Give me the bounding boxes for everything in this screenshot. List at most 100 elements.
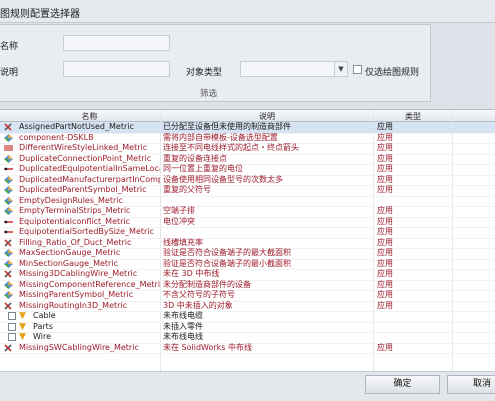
rule-description: 重复的父符号 [163,185,211,194]
diamond-icon [4,259,13,268]
subrow-label: Parts [33,321,53,331]
rule-type: 应用 [377,122,393,131]
diamond-icon [4,249,13,257]
funnel-icon: ▼ [19,311,26,321]
grid-header: 名称 说明 类型 [0,110,495,122]
title-bar: 图规则配置选择器 [0,0,495,23]
description-input[interactable] [63,61,170,77]
rule-type: 应用 [377,248,393,257]
column-header-name[interactable]: 名称 [19,111,160,122]
rule-name: DuplicatedParentSymbol_Metric [19,185,147,194]
wrench-icon [4,301,13,310]
only-selected-label: 仅选绘图规则 [365,68,420,78]
rule-name: Missing3DCablingWire_Metric [19,269,138,278]
wire-icon [4,228,13,236]
footer-bar: 确定 取消 [0,371,495,401]
wrench-icon [4,238,13,247]
wrench-icon [4,270,13,278]
rule-type: 应用 [377,132,393,142]
rule-name: MissingSWCablingWire_Metric [19,342,139,352]
rule-name: MissingRoutingIn3D_Metric [19,300,128,310]
subrow-description: 未插入零件 [163,321,203,331]
rule-description: 连接至不同电线样式的起点・终点箭头 [163,143,299,152]
subrow-description: 未布线电线 [163,332,203,341]
subrow-label: Wire [33,332,51,341]
column-header-description[interactable]: 说明 [163,111,371,122]
rule-type: 应用 [377,258,393,268]
wire-icon [4,165,13,173]
rule-type: 应用 [377,143,393,152]
rule-name: MinSectionGauge_Metric [19,258,118,268]
rule-name: MissingComponentReference_Metric [19,279,160,289]
rule-type: 应用 [377,237,393,247]
rule-description: 验证是否符合设备端子的最小截面积 [163,258,291,268]
rule-type: 应用 [377,153,393,163]
rule-type: 应用 [377,185,393,194]
subrow-description: 未布线电缆 [163,311,203,320]
name-input[interactable] [63,35,170,51]
rule-description: 未分配制造商部件的设备 [163,279,251,289]
rule-name: MaxSectionGauge_Metric [19,248,121,257]
rule-type: 应用 [377,174,393,184]
wire-icon [4,218,13,226]
only-selected-checkbox[interactable] [353,65,362,74]
rule-description: 需将内部自带模板-设备选型配置 [163,132,278,142]
rule-type: 应用 [377,206,393,215]
subrow-checkbox[interactable] [8,322,16,331]
description-label: 说明 [0,68,19,78]
diamond-icon [4,133,13,142]
rule-type: 应用 [377,227,393,236]
rule-name: Filling_Ratio_Of_Duct_Metric [19,237,132,247]
rule-type: 应用 [377,300,393,310]
diamond-icon [4,175,13,184]
rule-type: 应用 [377,216,393,226]
rule-name: EquipotentialSortedBySize_Metric [19,227,154,236]
object-type-dropdown[interactable]: ▼ [240,61,348,77]
filter-panel: 名称 说明 对象类型 ▼ 仅选绘图规则 筛选 [0,24,431,102]
rule-name: Equipotentialconflict_Metric [19,216,131,226]
rule-description: 重复的设备连接点 [163,153,227,163]
rule-description: 验证是否符合设备端子的最大截面积 [163,248,291,257]
diamond-icon [4,196,13,205]
subrow-checkbox[interactable] [8,312,16,320]
ok-button[interactable]: 确定 [365,375,440,394]
rule-description: 未在 3D 中布线 [163,269,220,278]
window-title: 图规则配置选择器 [0,9,80,20]
rule-name: DuplicateConnectionPoint_Metric [19,153,152,163]
subrow-label: Cable [33,311,56,320]
rule-description: 设备使用相同设备型号的次数太多 [163,174,283,184]
object-type-label: 对象类型 [186,68,223,78]
rule-description: 已分配至设备但未使用的制造商部件 [163,122,291,131]
lines-icon [4,144,13,152]
column-header-type[interactable]: 类型 [374,111,452,122]
subrow-checkbox[interactable] [8,333,16,341]
table-row[interactable]: MissingSWCablingWire_Metric 未在 SolidWorks… [0,342,495,354]
rule-description: 电位冲突 [163,216,195,226]
rule-description: 线槽填充率 [163,237,203,247]
diamond-icon [4,186,13,194]
diamond-icon [4,154,13,163]
rule-type: 应用 [377,164,393,173]
rule-description: 同一位置上重复的电位 [163,164,243,173]
chevron-down-icon[interactable]: ▼ [334,62,347,76]
filter-section-title: 筛选 [200,89,218,99]
rules-grid: 名称 说明 类型 AssignedPartNotUsed_Metric 已分配至设… [0,109,495,372]
rule-name: DuplicatedEquipotentialInSameLocatio… [19,164,160,173]
rule-type: 应用 [377,279,393,289]
diamond-icon [4,207,13,215]
rule-description: 未在 SolidWorks 中布线 [163,342,253,352]
rule-type: 应用 [377,290,393,299]
wrench-icon [4,343,13,352]
cancel-button[interactable]: 取消 [447,375,495,394]
name-label: 名称 [0,42,19,52]
diamond-icon [4,280,13,289]
funnel-icon: ▼ [19,332,26,342]
rule-name: DuplicatedManufacturerpartInCompon… [19,174,160,184]
rule-type: 应用 [377,269,393,278]
rule-name: DifferentWireStyleLinked_Metric [19,143,148,152]
rule-name: component-DSKLB [19,132,94,142]
rule-description: 空端子排 [163,206,195,215]
rule-type: 应用 [377,342,393,352]
rule-name: EmptyDesignRules_Metric [19,195,123,205]
wrench-icon [4,123,13,131]
